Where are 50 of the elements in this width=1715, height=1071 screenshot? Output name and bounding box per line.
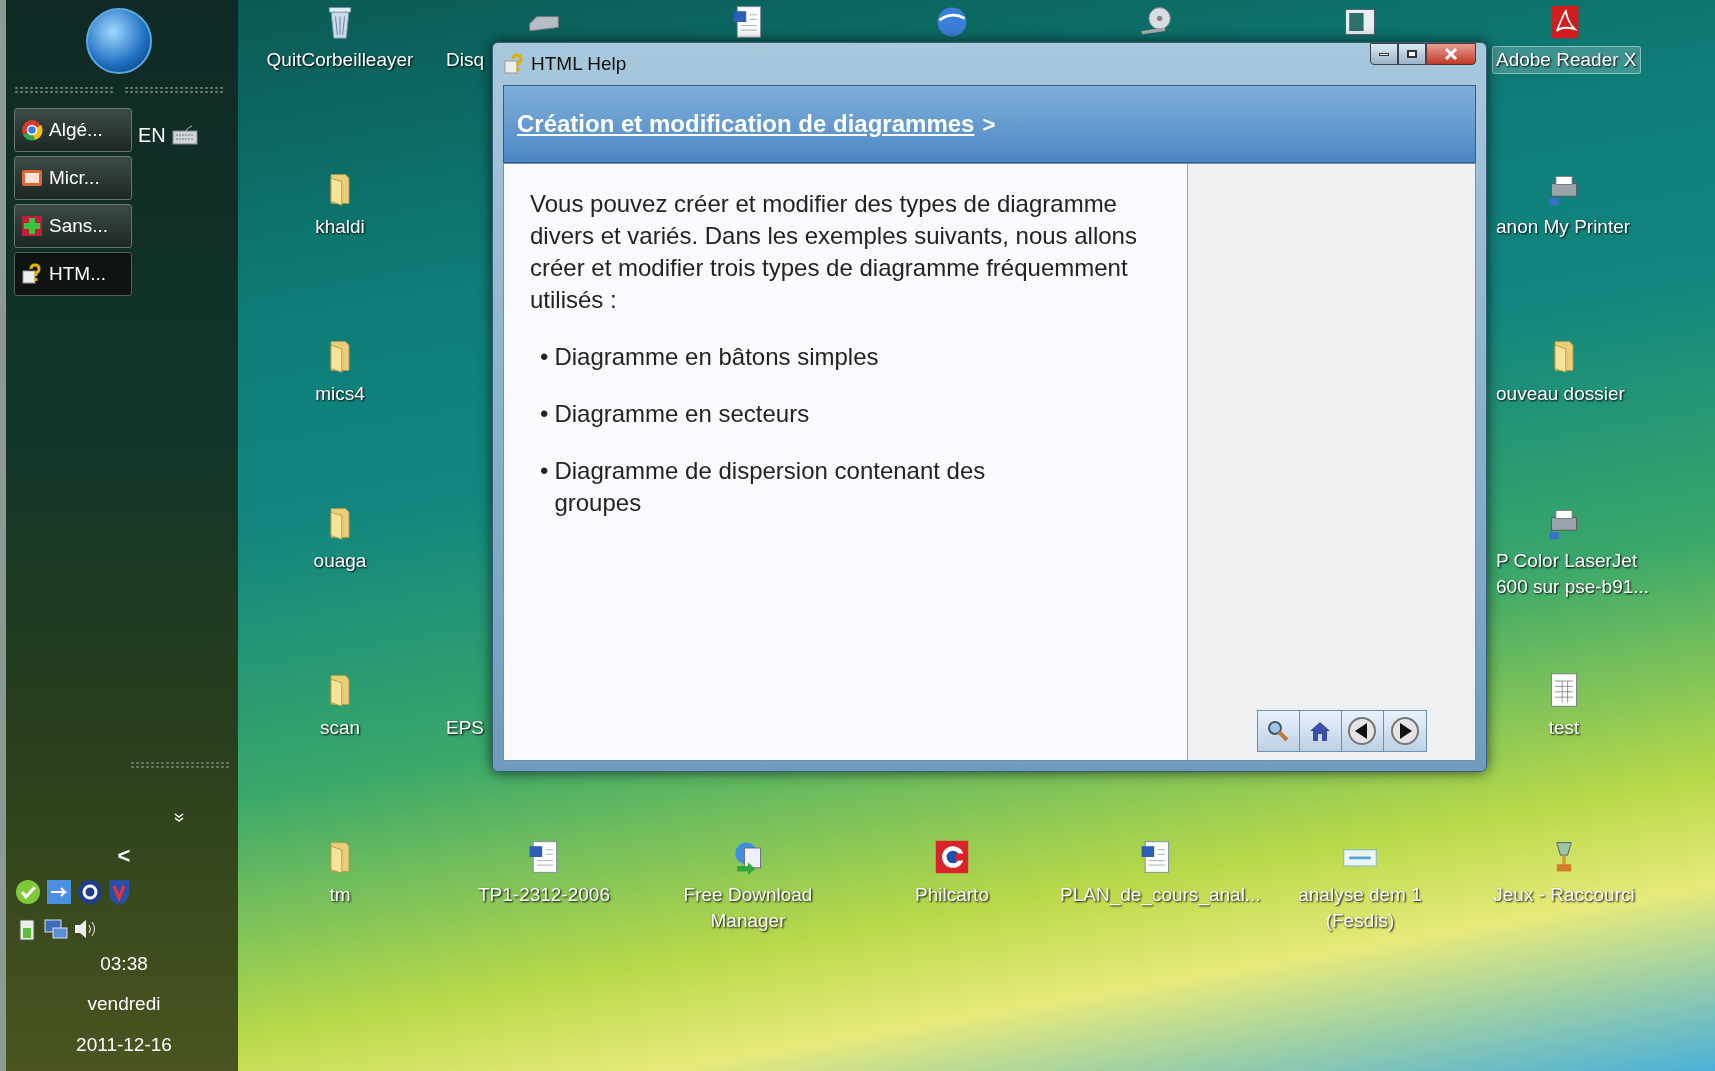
help-file-icon: [503, 53, 525, 75]
maximize-button[interactable]: [1398, 43, 1426, 65]
desktop-icon-label[interactable]: P Color LaserJet 600 sur pse-b91...: [1492, 547, 1666, 601]
desktop-icon-label[interactable]: khaldi: [311, 213, 369, 241]
home-icon: [1308, 720, 1332, 742]
desktop-icon-label[interactable]: Adobe Reader X: [1492, 46, 1641, 74]
paint-icon: [21, 215, 43, 237]
bullet-text: Diagramme de dispersion contenant des groupes: [554, 456, 987, 518]
slides-icon: [21, 167, 43, 189]
desktop-icon-label[interactable]: anon My Printer: [1492, 213, 1635, 241]
desktop-icon-label[interactable]: scan: [315, 714, 365, 742]
desktop-icon-label[interactable]: EPS: [442, 714, 489, 742]
double-chevron-down-icon[interactable]: [174, 812, 184, 823]
language-indicator[interactable]: EN: [138, 120, 166, 150]
desktop-icon-label[interactable]: Disq: [442, 46, 488, 74]
browser-icon: [21, 119, 43, 141]
desktop-icon-label[interactable]: QuitCorbeilleayer: [262, 46, 418, 74]
philcarto-logo-icon: [934, 839, 970, 875]
close-icon: [1444, 48, 1458, 60]
bullet-text: Diagramme en secteurs: [554, 399, 810, 429]
desktop-icon-label[interactable]: TP1-2312-2006: [473, 881, 614, 909]
desktop-icon-label[interactable]: ouaga: [309, 547, 371, 575]
keyboard-icon[interactable]: [171, 125, 198, 145]
clock-time[interactable]: 03:38: [100, 949, 148, 978]
desktop-icon-label[interactable]: tm: [325, 881, 355, 909]
task-button[interactable]: Sans...: [14, 204, 132, 248]
task-button[interactable]: HTM...: [14, 252, 132, 296]
clock-day: vendredi: [87, 990, 161, 1019]
bullet-mark: •: [540, 342, 549, 372]
help-file-icon: [21, 263, 43, 285]
desktop-icon-label[interactable]: ouveau dossier: [1492, 380, 1629, 408]
breadcrumb-link[interactable]: Création et modification de diagrammes: [517, 106, 975, 142]
close-button[interactable]: [1426, 43, 1476, 65]
show-hidden-icons-arrow[interactable]: <: [117, 838, 131, 872]
desktop-icon-label[interactable]: test: [1544, 714, 1584, 742]
task-button[interactable]: Micr...: [14, 156, 132, 200]
bullet-mark: •: [540, 456, 549, 486]
desktop-icon-label[interactable]: mics4: [311, 380, 369, 408]
window-title: HTML Help: [531, 51, 627, 76]
minimize-button[interactable]: [1370, 43, 1398, 65]
intro-paragraph: Vous pouvez créer et modifier des types de diagramme divers et variés. Dans les exemples suivants, nous allons créer et modifier trois types de diagramme fréquemment utilisés :: [530, 189, 1138, 315]
grip-handle[interactable]: [14, 86, 114, 94]
grip-handle[interactable]: [124, 86, 224, 94]
search-icon: [1266, 719, 1290, 743]
task-button[interactable]: Algé...: [14, 108, 132, 152]
check-icon[interactable]: [14, 877, 42, 906]
breadcrumb-arrow: >: [982, 110, 996, 139]
bullet-text: Diagramme en bâtons simples: [554, 342, 879, 372]
bullet-mark: •: [540, 399, 549, 429]
clock-date: 2011-12-16: [76, 1032, 172, 1057]
